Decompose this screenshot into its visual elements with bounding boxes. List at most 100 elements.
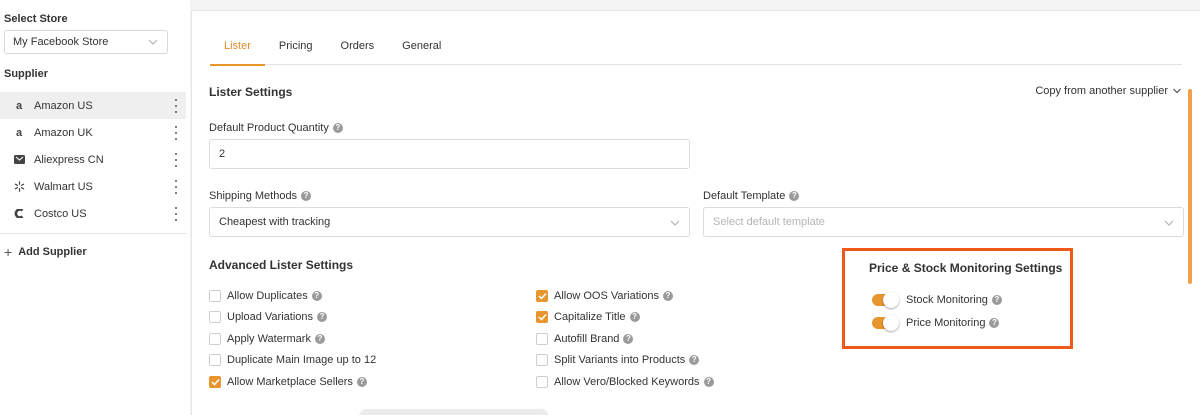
help-icon[interactable]: ?: [662, 291, 673, 301]
save-bar-partial: [359, 409, 549, 415]
store-select[interactable]: My Facebook Store: [4, 30, 168, 54]
aliexpress-icon: [12, 153, 26, 167]
check-icon: [537, 292, 547, 300]
checkbox-allow-oos-variations[interactable]: Allow OOS Variations ?: [536, 290, 673, 302]
help-icon[interactable]: ?: [629, 312, 640, 322]
template-label: Default Template ?: [703, 190, 800, 202]
chevron-down-icon: [1164, 220, 1174, 226]
shipping-method-select[interactable]: Cheapest with tracking: [209, 207, 690, 237]
supplier-name: Amazon US: [34, 99, 93, 112]
add-supplier-button[interactable]: + Add Supplier: [4, 244, 87, 260]
help-icon[interactable]: ?: [989, 318, 1000, 328]
copy-from-supplier-dropdown[interactable]: Copy from another supplier: [1035, 85, 1182, 97]
advanced-settings-title: Advanced Lister Settings: [209, 258, 354, 272]
template-label-text: Default Template: [703, 190, 786, 202]
tab-general[interactable]: General: [388, 33, 455, 65]
supplier-label: Supplier: [4, 68, 49, 80]
sidebar-divider: [0, 233, 186, 234]
tab-lister[interactable]: Lister: [210, 33, 265, 66]
help-icon[interactable]: ?: [991, 295, 1002, 305]
checkbox-label: Upload Variations: [227, 311, 314, 323]
help-icon[interactable]: ?: [356, 377, 367, 387]
checkbox-split-variants[interactable]: Split Variants into Products ?: [536, 354, 700, 366]
checkbox-allow-vero-keywords[interactable]: Allow Vero/Blocked Keywords ?: [536, 376, 714, 388]
checkbox-autofill-brand[interactable]: Autofill Brand ?: [536, 333, 634, 345]
checkbox-label: Capitalize Title: [554, 311, 626, 323]
supplier-name: Amazon UK: [34, 126, 93, 139]
supplier-item-costco-us[interactable]: Costco US: [0, 200, 186, 227]
checkbox-label: Allow Marketplace Sellers: [227, 376, 353, 388]
supplier-item-amazon-us[interactable]: a Amazon US: [0, 92, 186, 119]
checkbox-label: Split Variants into Products: [554, 354, 686, 366]
price-monitoring-toggle[interactable]: [872, 315, 899, 331]
checkbox-label: Apply Watermark: [227, 333, 311, 345]
store-select-value: My Facebook Store: [13, 36, 109, 48]
checkbox-label: Allow Duplicates: [227, 290, 308, 302]
checkbox-box-checked[interactable]: [536, 311, 548, 323]
scrollbar-thumb[interactable]: [1188, 89, 1192, 284]
checkbox-capitalize-title[interactable]: Capitalize Title ?: [536, 311, 640, 323]
quantity-input[interactable]: 2: [209, 139, 690, 169]
check-icon: [537, 313, 547, 321]
checkbox-duplicate-main-image[interactable]: Duplicate Main Image up to 12: [209, 354, 376, 366]
checkbox-allow-duplicates[interactable]: Allow Duplicates ?: [209, 290, 322, 302]
help-icon[interactable]: ?: [317, 312, 328, 322]
checkbox-allow-marketplace-sellers[interactable]: Allow Marketplace Sellers ?: [209, 376, 367, 388]
checkbox-label: Allow OOS Variations: [554, 290, 659, 302]
supplier-list: a Amazon US a Amazon UK Aliexpress CN Wa…: [0, 92, 186, 227]
checkbox-box[interactable]: [209, 290, 221, 302]
settings-panel: Lister Pricing Orders General Lister Set…: [191, 10, 1200, 415]
help-icon[interactable]: ?: [301, 191, 312, 201]
price-monitoring-label: Price Monitoring: [906, 317, 986, 329]
checkbox-box-checked[interactable]: [209, 376, 221, 388]
default-template-placeholder: Select default template: [713, 216, 825, 228]
quantity-label-text: Default Product Quantity: [209, 122, 329, 134]
more-options-icon[interactable]: [172, 207, 180, 221]
default-template-select[interactable]: Select default template: [703, 207, 1184, 237]
checkbox-label: Autofill Brand: [554, 333, 620, 345]
more-options-icon[interactable]: [172, 180, 180, 194]
stock-monitoring-toggle[interactable]: [872, 292, 899, 308]
price-monitoring-row: Price Monitoring ?: [872, 315, 1000, 331]
help-icon[interactable]: ?: [703, 377, 714, 387]
help-icon[interactable]: ?: [314, 334, 325, 344]
checkbox-box[interactable]: [209, 311, 221, 323]
help-icon[interactable]: ?: [623, 334, 634, 344]
checkbox-box[interactable]: [536, 376, 548, 388]
help-icon[interactable]: ?: [311, 291, 322, 301]
chevron-down-icon: [148, 39, 158, 45]
tab-bar: Lister Pricing Orders General: [210, 33, 1182, 66]
monitoring-settings-box: Price & Stock Monitoring Settings Stock …: [842, 248, 1073, 349]
quantity-label: Default Product Quantity ?: [209, 122, 343, 134]
tab-pricing[interactable]: Pricing: [265, 33, 327, 65]
toggle-knob: [883, 315, 899, 331]
walmart-icon: [12, 180, 26, 194]
supplier-item-walmart-us[interactable]: Walmart US: [0, 173, 186, 200]
add-supplier-label: Add Supplier: [18, 246, 87, 258]
more-options-icon[interactable]: [172, 126, 180, 140]
checkbox-apply-watermark[interactable]: Apply Watermark ?: [209, 333, 325, 345]
more-options-icon[interactable]: [172, 99, 180, 113]
checkbox-box[interactable]: [536, 333, 548, 345]
help-icon[interactable]: ?: [332, 123, 343, 133]
checkbox-box[interactable]: [536, 354, 548, 366]
help-icon[interactable]: ?: [689, 355, 700, 365]
more-options-icon[interactable]: [172, 153, 180, 167]
supplier-name: Walmart US: [34, 180, 93, 193]
stock-monitoring-label: Stock Monitoring: [906, 294, 988, 306]
tab-orders[interactable]: Orders: [327, 33, 389, 65]
plus-icon: +: [4, 244, 13, 260]
checkbox-box[interactable]: [209, 354, 221, 366]
supplier-name: Costco US: [34, 207, 87, 220]
checkbox-box-checked[interactable]: [536, 290, 548, 302]
shipping-method-value: Cheapest with tracking: [219, 216, 331, 228]
help-icon[interactable]: ?: [789, 191, 800, 201]
copy-from-supplier-label: Copy from another supplier: [1035, 85, 1168, 97]
chevron-down-icon: [1173, 88, 1181, 94]
checkbox-upload-variations[interactable]: Upload Variations ?: [209, 311, 328, 323]
supplier-item-amazon-uk[interactable]: a Amazon UK: [0, 119, 186, 146]
amazon-icon: a: [15, 126, 23, 139]
checkbox-box[interactable]: [209, 333, 221, 345]
supplier-item-aliexpress-cn[interactable]: Aliexpress CN: [0, 146, 186, 173]
amazon-icon: a: [15, 99, 23, 112]
